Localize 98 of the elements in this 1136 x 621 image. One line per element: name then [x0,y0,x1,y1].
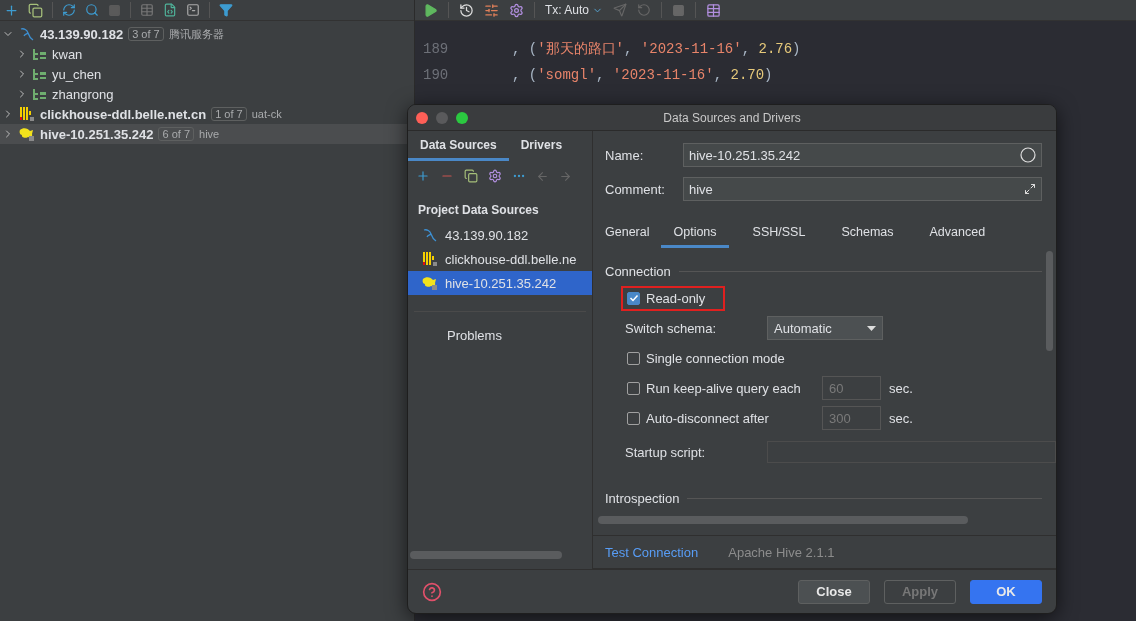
copy-icon[interactable] [28,2,43,18]
tree-item-label: kwan [52,46,83,62]
tree-item-comment: uat-ck [251,108,282,120]
startup-script-field[interactable] [767,441,1056,463]
scrollbar[interactable] [1046,251,1053,351]
field-label: Switch schema: [625,320,718,336]
filter-icon[interactable] [219,3,233,17]
checkbox[interactable] [627,351,640,365]
help-icon[interactable] [422,581,442,602]
close-window-button[interactable] [416,111,428,124]
circle-icon[interactable] [1020,147,1036,163]
tab[interactable]: Options [661,217,729,248]
checkbox-label: Run keep-alive query each [646,380,802,396]
checkbox-label: Single connection mode [646,350,785,366]
schema-dropdown[interactable]: Automatic [767,316,883,340]
settings-icon[interactable] [509,2,524,18]
tree-item[interactable]: clickhouse-ddl.belle.net.cn 1 of 7 uat-ck [0,104,414,124]
send-icon[interactable] [613,3,628,17]
tab[interactable]: SSH/SSL [740,217,818,248]
forward-icon[interactable] [559,169,572,183]
driver-version: Apache Hive 2.1.1 [728,544,835,560]
section-title: Connection [605,264,671,279]
unit-label: sec. [889,410,913,426]
tree-item-label: zhangrong [52,86,114,102]
problems-item[interactable]: Problems [408,328,592,343]
run-icon[interactable] [423,2,438,18]
field-label: Startup script: [625,444,707,460]
name-field[interactable]: hive-10.251.35.242 [683,143,1042,167]
data-source-label: 43.139.90.182 [445,227,529,243]
section-title: Project Data Sources [417,202,540,219]
schema-icon [33,68,47,80]
data-source-label: hive-10.251.35.242 [445,275,557,291]
seconds-field[interactable]: 300 [822,406,881,430]
comment-field[interactable]: hive [683,177,1042,201]
tab[interactable]: Data Sources [408,131,509,161]
refresh-icon[interactable] [62,3,76,17]
tree-item[interactable]: kwan [0,44,414,64]
checkbox-label: Read-only [646,290,706,306]
name-label: Name: [605,147,645,163]
tab[interactable]: General [605,217,650,248]
table-icon[interactable] [140,3,154,17]
history-icon[interactable] [459,2,474,18]
tree-item-comment: hive [199,128,220,140]
table-icon[interactable] [706,2,722,18]
tree-item[interactable]: yu_chen [0,64,414,84]
tree-item-label: hive-10.251.35.242 [40,126,154,142]
count-badge: 6 of 7 [158,127,194,141]
transaction-mode-dropdown[interactable]: Tx: Auto [545,3,604,17]
tree-item-comment: 腾讯服务器 [168,26,224,42]
schema-icon [33,48,47,60]
checkbox[interactable] [627,381,640,395]
bars-icon [422,251,438,267]
code-line: , ('somgl', '2023-11-16', 2.70) [511,67,773,83]
tree-item-label: clickhouse-ddl.belle.net.cn [40,106,207,122]
settings-icon[interactable] [488,169,502,183]
count-badge: 1 of 7 [211,107,247,121]
count-badge: 3 of 7 [128,27,164,41]
checkbox[interactable] [627,411,640,425]
stop-icon[interactable] [672,3,686,17]
terminal-icon[interactable] [186,3,200,17]
code-line: , ('那天的路口', '2023-11-16', 2.76) [511,40,801,58]
data-source-label: clickhouse-ddl.belle.ne [445,251,577,267]
file-code-icon[interactable] [163,3,177,17]
zoom-window-button[interactable] [456,111,468,124]
triangle-down-icon [867,325,876,331]
line-number: 189 [422,41,450,57]
schema-icon [33,88,47,100]
add-icon[interactable] [4,2,19,18]
test-connection-link[interactable]: Test Connection [605,544,699,560]
data-source-item[interactable]: clickhouse-ddl.belle.ne [408,247,592,271]
search-icon[interactable] [85,3,99,17]
copy-icon[interactable] [464,169,478,183]
unit-label: sec. [889,380,913,396]
tree-item[interactable]: 43.139.90.182 3 of 7 腾讯服务器 [0,24,414,44]
tab[interactable]: Drivers [508,131,575,161]
tab[interactable]: Advanced [917,217,998,248]
comment-label: Comment: [605,181,666,197]
tree-item-label: yu_chen [52,66,102,82]
tab[interactable]: Schemas [829,217,906,248]
window-title: Data Sources and Drivers [663,110,801,125]
checkbox-label: Auto-disconnect after [646,410,770,426]
dialog-button[interactable]: Close [798,579,870,604]
tree-item[interactable]: zhangrong [0,84,414,104]
add-icon[interactable] [416,169,430,183]
scrollbar[interactable] [598,516,968,524]
undo-icon[interactable] [637,3,652,17]
section-title: Introspection [605,491,680,506]
tree-item-label: 43.139.90.182 [40,26,124,42]
bars-icon [19,106,35,122]
expand-icon[interactable] [1024,183,1036,195]
back-icon[interactable] [536,169,549,183]
line-number: 190 [422,67,450,83]
checkbox[interactable] [627,291,640,305]
scrollbar[interactable] [410,551,562,559]
data-source-item[interactable]: hive-10.251.35.242 [408,271,592,295]
data-source-item[interactable]: 43.139.90.182 [408,223,592,247]
sliders-icon[interactable] [484,2,499,18]
seconds-field[interactable]: 60 [822,376,881,400]
